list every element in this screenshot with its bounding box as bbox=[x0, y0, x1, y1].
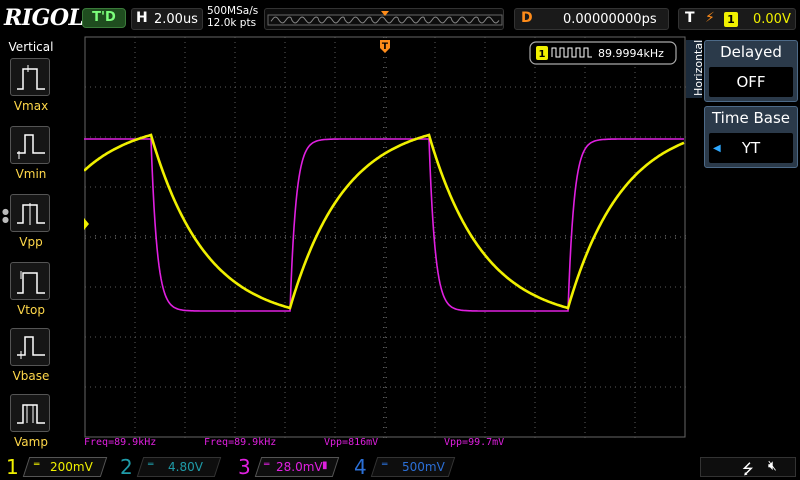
vmax-icon bbox=[17, 65, 45, 90]
dc-coupling-icon: ═ bbox=[382, 460, 388, 470]
vmin-button[interactable] bbox=[10, 126, 50, 164]
run-status-badge[interactable]: T'D bbox=[82, 8, 126, 28]
vtop-button[interactable] bbox=[10, 262, 50, 300]
vbase-label: Vbase bbox=[12, 369, 50, 383]
channel-status-bar: 1 ═ 200mV 2 ═ 4.80V 3 ═ 28.0mV ▮ 4 ═ 500… bbox=[0, 454, 800, 480]
delayed-value: OFF bbox=[709, 67, 793, 97]
trigger-marker-letter: T bbox=[382, 42, 389, 52]
delay-label: D bbox=[521, 10, 533, 26]
delay-box[interactable]: D 0.00000000ps bbox=[514, 8, 669, 30]
trigger-box[interactable]: T ⚡ 1 0.00V bbox=[678, 8, 796, 30]
trigger-source-badge: 1 bbox=[724, 12, 738, 27]
channel-1-number[interactable]: 1 bbox=[6, 455, 19, 479]
rising-edge-icon: ⚡ bbox=[705, 10, 715, 26]
page-indicator-dots[interactable]: ● ● bbox=[2, 208, 9, 224]
time-base-softkey[interactable]: Time Base YT ◀ bbox=[704, 106, 798, 168]
top-status-bar: RIGOL T'D H 2.00us 500MSa/s 12.0k pts D … bbox=[0, 0, 800, 36]
measurement-results-bar: Freq=89.9kHz Freq=89.9kHz Vpp=816mV Vpp=… bbox=[84, 437, 684, 451]
vpp-icon bbox=[17, 203, 45, 225]
dc-coupling-icon: ═ bbox=[264, 460, 270, 470]
measurement-item: Vpp=99.7mV bbox=[444, 437, 505, 448]
channel-4-scale: 500mV bbox=[402, 460, 445, 474]
memory-waveform-overview bbox=[267, 11, 503, 26]
time-base-value: YT bbox=[709, 133, 793, 163]
delay-value: 0.00000000ps bbox=[563, 12, 657, 27]
vmax-label: Vmax bbox=[13, 99, 49, 113]
frequency-counter: 1 89.9994kHz bbox=[529, 41, 677, 65]
bandwidth-limit-icon: ▮ bbox=[322, 460, 328, 471]
vmin-icon bbox=[17, 134, 45, 159]
channel-4-number[interactable]: 4 bbox=[354, 455, 367, 479]
vpp-button[interactable] bbox=[10, 194, 50, 232]
vamp-button[interactable] bbox=[10, 394, 50, 432]
measure-category-title: Vertical bbox=[8, 40, 54, 54]
rigol-logo: RIGOL bbox=[4, 5, 84, 31]
vtop-label: Vtop bbox=[17, 303, 45, 317]
measurement-item: Freq=89.9kHz bbox=[204, 437, 277, 448]
vtop-icon bbox=[17, 271, 45, 294]
usb-icon: ⭍ bbox=[742, 462, 754, 478]
trigger-position-strip bbox=[264, 8, 504, 30]
dc-coupling-icon: ═ bbox=[34, 460, 40, 470]
vbase-button[interactable] bbox=[10, 328, 50, 366]
vbase-icon bbox=[17, 336, 45, 359]
trigger-label: T bbox=[685, 10, 695, 26]
measure-sidebar: Vertical Vmax Vmin Vpp Vtop Vbase Vamp ●… bbox=[0, 36, 62, 454]
channel-2-scale: 4.80V bbox=[168, 460, 203, 474]
vamp-icon bbox=[17, 404, 45, 424]
counter-value: 89.9994kHz bbox=[598, 47, 664, 60]
channel-3-number[interactable]: 3 bbox=[238, 455, 251, 479]
trigger-level-marker-label: T bbox=[693, 218, 701, 228]
sample-rate: 500MSa/s bbox=[207, 5, 259, 17]
vmin-label: Vmin bbox=[15, 167, 47, 181]
timebase-value: 2.00us bbox=[154, 12, 198, 27]
vpp-label: Vpp bbox=[19, 235, 43, 249]
counter-channel-badge: 1 bbox=[539, 49, 546, 60]
speaker-muted-icon[interactable]: 🔇︎ bbox=[768, 458, 777, 474]
dc-coupling-icon: ═ bbox=[148, 460, 154, 470]
horizontal-label: H bbox=[136, 10, 148, 26]
measurement-item: Freq=89.9kHz bbox=[84, 437, 157, 448]
measurement-item: Vpp=816mV bbox=[324, 437, 379, 448]
memory-depth: 12.0k pts bbox=[207, 17, 257, 29]
delayed-sweep-softkey[interactable]: Delayed OFF bbox=[704, 40, 798, 102]
waveform-display[interactable]: T 1 89.9994kHz bbox=[84, 36, 686, 438]
vmax-button[interactable] bbox=[10, 58, 50, 96]
channel-1-scale: 200mV bbox=[50, 460, 93, 474]
horizontal-timebase-box[interactable]: H 2.00us bbox=[131, 8, 203, 30]
vamp-label: Vamp bbox=[14, 435, 48, 449]
channel-1-marker-label: 1 bbox=[70, 220, 78, 230]
delayed-title: Delayed bbox=[720, 43, 782, 61]
sampling-info: 500MSa/s 12.0k pts bbox=[207, 5, 258, 29]
channel-2-number[interactable]: 2 bbox=[120, 455, 133, 479]
select-arrow-icon: ◀ bbox=[713, 143, 721, 154]
trigger-level-value: 0.00V bbox=[753, 12, 791, 27]
time-base-title: Time Base bbox=[711, 109, 790, 127]
channel-3-scale: 28.0mV bbox=[276, 460, 323, 474]
